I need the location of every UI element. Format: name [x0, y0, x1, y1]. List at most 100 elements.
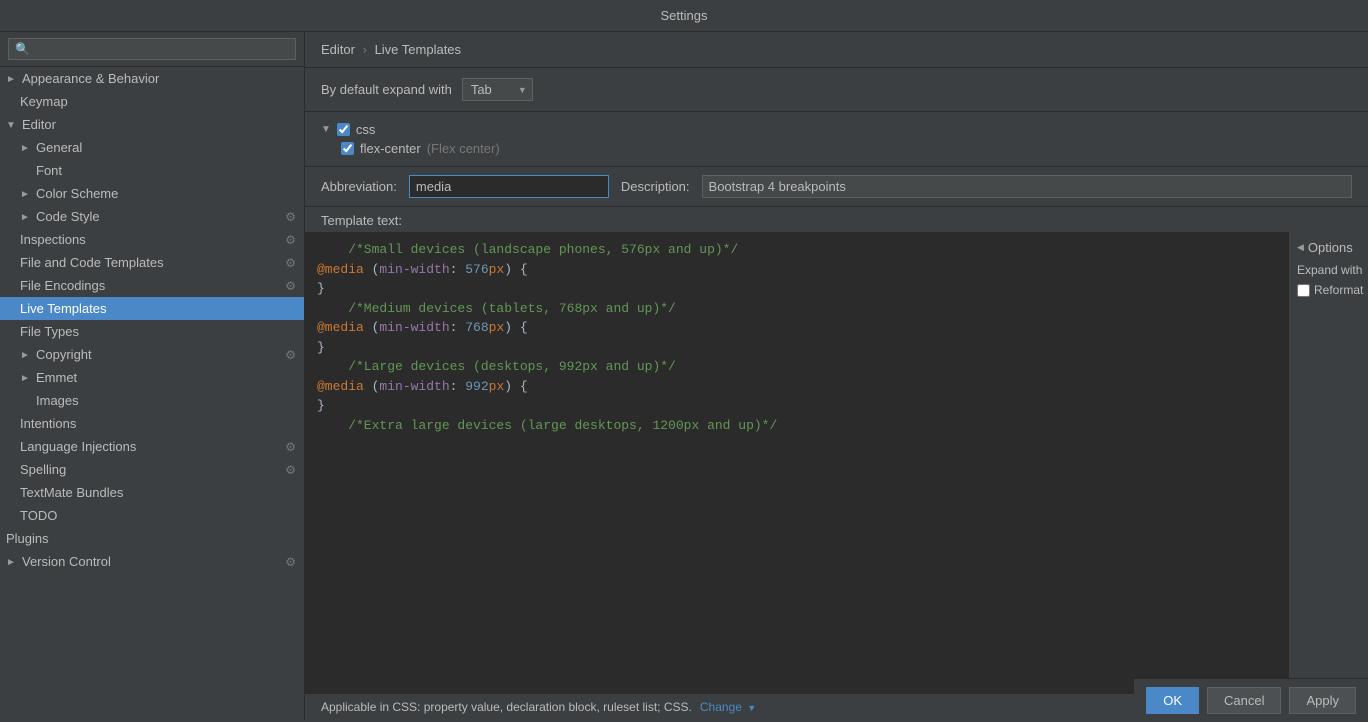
- css-group-checkbox[interactable]: [337, 123, 350, 136]
- sidebar-item-editor[interactable]: Editor: [0, 113, 304, 136]
- sidebar-item-label: Font: [36, 163, 62, 178]
- reformat-checkbox[interactable]: [1297, 284, 1310, 297]
- template-text-label: Template text:: [305, 207, 1368, 232]
- tree-item-flex-center: flex-center (Flex center): [321, 139, 1352, 158]
- gear-icon: ⚙: [285, 555, 296, 569]
- expand-icon: [20, 143, 30, 153]
- sidebar-item-label: Spelling: [20, 462, 66, 477]
- gear-icon: ⚙: [285, 348, 296, 362]
- cancel-button[interactable]: Cancel: [1207, 687, 1281, 714]
- expand-with-row: Expand with: [1297, 263, 1360, 277]
- sidebar-item-appearance[interactable]: Appearance & Behavior: [0, 67, 304, 90]
- sidebar-item-label: Images: [36, 393, 79, 408]
- sidebar-item-file-types[interactable]: File Types: [0, 320, 304, 343]
- change-label: Change: [700, 700, 742, 714]
- expand-with-label: Expand with: [1297, 263, 1362, 277]
- change-link[interactable]: Change ▼: [700, 700, 756, 714]
- expand-icon: [6, 120, 16, 130]
- gear-icon: ⚙: [285, 440, 296, 454]
- options-label: Options: [1308, 240, 1353, 255]
- gear-icon: ⚙: [285, 463, 296, 477]
- sidebar-item-general[interactable]: General: [0, 136, 304, 159]
- sidebar-item-images[interactable]: Images: [0, 389, 304, 412]
- sidebar-item-intentions[interactable]: Intentions: [0, 412, 304, 435]
- expand-label: By default expand with: [321, 82, 452, 97]
- sidebar-item-label: Live Templates: [20, 301, 106, 316]
- flex-center-label: flex-center: [360, 141, 421, 156]
- expand-icon: [20, 212, 30, 222]
- breadcrumb-separator: ›: [363, 42, 367, 57]
- gear-icon: ⚙: [285, 279, 296, 293]
- fields-row: Abbreviation: Description:: [305, 167, 1368, 207]
- sidebar-item-label: TODO: [20, 508, 57, 523]
- tree-group-css: ▼ css: [321, 120, 1352, 139]
- expand-icon: [6, 557, 16, 567]
- sidebar-item-label: File Encodings: [20, 278, 105, 293]
- gear-icon: ⚙: [285, 233, 296, 247]
- sidebar-item-file-encodings[interactable]: File Encodings ⚙: [0, 274, 304, 297]
- sidebar-item-live-templates[interactable]: Live Templates: [0, 297, 304, 320]
- code-editor[interactable]: /*Small devices (landscape phones, 576px…: [305, 232, 1288, 693]
- dialog-title: Settings: [661, 8, 708, 23]
- title-bar: Settings: [0, 0, 1368, 32]
- search-input[interactable]: [8, 38, 296, 60]
- tree-collapse-icon[interactable]: ▼: [321, 124, 331, 135]
- expand-icon: [20, 373, 30, 383]
- css-group-label: css: [356, 122, 376, 137]
- sidebar-item-label: Version Control: [22, 554, 111, 569]
- sidebar-item-language-injections[interactable]: Language Injections ⚙: [0, 435, 304, 458]
- ok-button[interactable]: OK: [1146, 687, 1199, 714]
- reformat-label: Reformat: [1314, 283, 1363, 297]
- sidebar-item-label: Color Scheme: [36, 186, 118, 201]
- code-line: }: [317, 279, 1276, 299]
- expand-icon: [20, 350, 30, 360]
- code-line: /*Small devices (landscape phones, 576px…: [317, 240, 1276, 260]
- expand-dropdown[interactable]: Tab Enter Space: [462, 78, 533, 101]
- code-line: }: [317, 338, 1276, 358]
- gear-icon: ⚙: [285, 210, 296, 224]
- editor-area-wrapper: /*Small devices (landscape phones, 576px…: [305, 232, 1368, 693]
- sidebar-item-copyright[interactable]: Copyright ⚙: [0, 343, 304, 366]
- sidebar-item-keymap[interactable]: Keymap: [0, 90, 304, 113]
- breadcrumb-current: Live Templates: [375, 42, 461, 57]
- sidebar-item-code-style[interactable]: Code Style ⚙: [0, 205, 304, 228]
- sidebar-item-label: Appearance & Behavior: [22, 71, 159, 86]
- main-container: Appearance & Behavior Keymap Editor Gene…: [0, 32, 1368, 720]
- content-area: Editor › Live Templates By default expan…: [305, 32, 1368, 720]
- status-text: Applicable in CSS: property value, decla…: [321, 700, 692, 714]
- sidebar-item-label: TextMate Bundles: [20, 485, 123, 500]
- desc-input[interactable]: [702, 175, 1352, 198]
- breadcrumb: Editor › Live Templates: [305, 32, 1368, 68]
- sidebar-item-color-scheme[interactable]: Color Scheme: [0, 182, 304, 205]
- sidebar-item-label: Language Injections: [20, 439, 136, 454]
- sidebar-item-file-code-templates[interactable]: File and Code Templates ⚙: [0, 251, 304, 274]
- code-line: /*Extra large devices (large desktops, 1…: [317, 416, 1276, 436]
- sidebar-item-inspections[interactable]: Inspections ⚙: [0, 228, 304, 251]
- code-line: @media (min-width: 768px) {: [317, 318, 1276, 338]
- desc-label: Description:: [621, 179, 690, 194]
- options-title: ◀ Options: [1297, 240, 1360, 255]
- sidebar-item-plugins[interactable]: Plugins: [0, 527, 304, 550]
- sidebar-item-version-control[interactable]: Version Control ⚙: [0, 550, 304, 573]
- code-line: /*Large devices (desktops, 992px and up)…: [317, 357, 1276, 377]
- flex-center-desc: (Flex center): [427, 141, 500, 156]
- sidebar-item-emmet[interactable]: Emmet: [0, 366, 304, 389]
- options-collapse-icon[interactable]: ◀: [1297, 242, 1304, 253]
- flex-center-checkbox[interactable]: [341, 142, 354, 155]
- sidebar-item-label: File Types: [20, 324, 79, 339]
- sidebar-item-spelling[interactable]: Spelling ⚙: [0, 458, 304, 481]
- sidebar-item-todo[interactable]: TODO: [0, 504, 304, 527]
- sidebar-item-label: Emmet: [36, 370, 77, 385]
- sidebar-item-label: General: [36, 140, 82, 155]
- sidebar-item-font[interactable]: Font: [0, 159, 304, 182]
- sidebar-item-label: Plugins: [6, 531, 49, 546]
- sidebar-item-textmate-bundles[interactable]: TextMate Bundles: [0, 481, 304, 504]
- toolbar-row: By default expand with Tab Enter Space: [305, 68, 1368, 112]
- sidebar: Appearance & Behavior Keymap Editor Gene…: [0, 32, 305, 720]
- sidebar-item-label: Code Style: [36, 209, 100, 224]
- dialog-buttons: OK Cancel Apply: [1134, 678, 1368, 722]
- template-section: Template text: /*Small devices (landscap…: [305, 207, 1368, 693]
- apply-button[interactable]: Apply: [1289, 687, 1356, 714]
- sidebar-item-label: Editor: [22, 117, 56, 132]
- abbrev-input[interactable]: [409, 175, 609, 198]
